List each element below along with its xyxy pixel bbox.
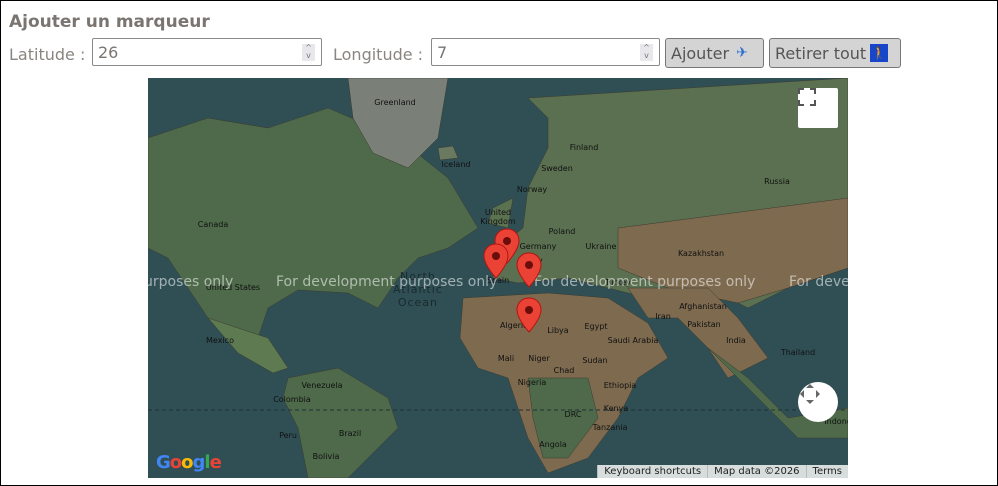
latitude-input[interactable]: 26 ^ v — [92, 38, 322, 66]
map-label: Bolivia — [312, 452, 340, 461]
map-label: Tanzania — [592, 423, 628, 432]
map-label: Greenland — [374, 98, 416, 107]
map-attribution: Keyboard shortcuts Map data ©2026 Terms — [597, 465, 848, 478]
add-label: Ajouter — [671, 43, 730, 63]
map-marker[interactable] — [516, 252, 542, 288]
latitude-spinner[interactable]: ^ v — [302, 44, 315, 61]
map-label: Colombia — [273, 395, 311, 404]
map-label: Finland — [569, 143, 599, 152]
keyboard-shortcuts-link[interactable]: Keyboard shortcuts — [597, 465, 707, 478]
map-label: Afghanistan — [679, 302, 727, 311]
map-label: Chad — [553, 366, 575, 375]
longitude-input[interactable]: 7 ^ v — [431, 38, 660, 66]
map-label: Poland — [548, 227, 576, 236]
dev-watermark: For development purposes only — [276, 274, 498, 290]
map-label: Thailand — [780, 348, 816, 357]
map-marker[interactable] — [516, 297, 542, 333]
map-label: Brazil — [338, 429, 362, 438]
map-label: United Kingdom — [480, 208, 516, 226]
fullscreen-button[interactable] — [798, 88, 838, 128]
map-label: Iran — [655, 312, 671, 321]
camera-control-icon — [800, 384, 820, 404]
map-label: Niger — [528, 354, 550, 363]
map-label: Venezuela — [301, 381, 343, 390]
map-label: Germany — [519, 242, 557, 251]
remove-all-button[interactable]: Retirer tout 🚶 — [769, 38, 901, 68]
terms-link[interactable]: Terms — [805, 465, 848, 478]
page-title: Ajouter un marqueur — [9, 12, 210, 32]
dev-watermark: For deve — [789, 274, 848, 290]
add-marker-button[interactable]: Ajouter ✈ — [665, 38, 764, 68]
longitude-spinner[interactable]: ^ v — [640, 44, 653, 61]
longitude-value: 7 — [437, 43, 448, 62]
map-label: Sudan — [582, 356, 608, 365]
latitude-label: Latitude : — [9, 45, 86, 64]
map-label: Nigeria — [517, 378, 547, 387]
map-label: Mexico — [206, 336, 234, 345]
camera-control-button[interactable] — [798, 382, 838, 422]
longitude-label: Longitude : — [333, 45, 424, 64]
map-label: Ukraine — [585, 242, 617, 251]
map-label: Kazakhstan — [677, 249, 725, 258]
map-data-text: Map data ©2026 — [707, 465, 805, 478]
map-label: DRC — [564, 410, 582, 419]
map-marker[interactable] — [483, 243, 509, 279]
map-label: Kenya — [603, 404, 629, 413]
map-label: Russia — [764, 177, 790, 186]
latitude-value: 26 — [98, 43, 119, 62]
map-label: Pakistan — [687, 320, 721, 329]
map-label: Canada — [197, 220, 229, 229]
dev-watermark: urposes only — [148, 274, 234, 290]
map-label: Iceland — [441, 160, 471, 169]
remove-all-label: Retirer tout — [775, 43, 867, 63]
map-label: Peru — [279, 431, 297, 440]
google-logo: Google — [156, 452, 222, 473]
map[interactable]: Greenland Iceland Finland Sweden Norway … — [148, 78, 848, 478]
map-label: Ethiopia — [603, 381, 637, 390]
map-label: Mali — [497, 354, 515, 363]
airplane-icon: ✈ — [736, 45, 748, 61]
map-label: Sweden — [541, 164, 573, 173]
map-label: Libya — [547, 326, 569, 335]
dev-watermark: For development purposes only — [534, 274, 756, 290]
map-label: India — [726, 336, 746, 345]
fullscreen-icon — [798, 88, 816, 106]
map-label: Egypt — [584, 322, 608, 331]
map-label: Saudi Arabia — [607, 336, 659, 345]
map-label: Angola — [539, 440, 567, 449]
person-icon: 🚶 — [870, 44, 889, 62]
map-label: Norway — [516, 185, 548, 194]
